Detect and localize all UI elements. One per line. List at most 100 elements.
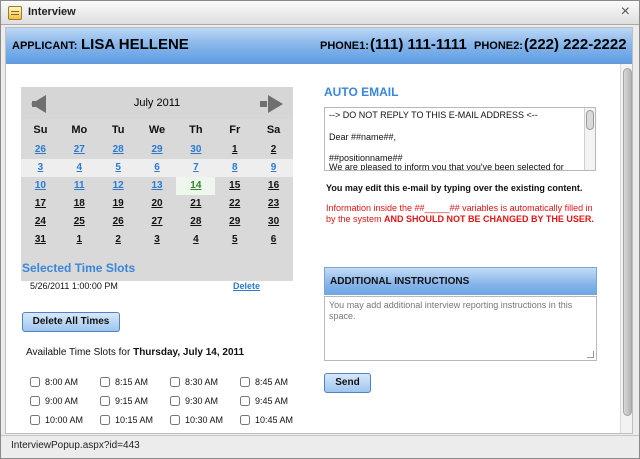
popup-content: APPLICANT: LISA HELLENE PHONE1: (111) 11… — [5, 27, 633, 434]
close-icon[interactable]: × — [621, 3, 630, 21]
time-slot-checkbox[interactable] — [30, 377, 40, 387]
calendar-day[interactable]: 30 — [254, 213, 293, 231]
calendar-day[interactable]: 4 — [60, 159, 99, 177]
calendar-day[interactable]: 11 — [60, 177, 99, 195]
calendar-day[interactable]: 29 — [215, 213, 254, 231]
calendar-day[interactable]: 13 — [138, 177, 177, 195]
email-scrollbar[interactable] — [584, 108, 595, 170]
calendar-day[interactable]: 5 — [215, 231, 254, 249]
time-slot-checkbox[interactable] — [30, 396, 40, 406]
page-scroll-thumb[interactable] — [623, 68, 632, 416]
calendar-day[interactable]: 25 — [60, 213, 99, 231]
calendar-day[interactable]: 26 — [21, 141, 60, 159]
time-slot-checkbox[interactable] — [240, 396, 250, 406]
time-slot-option[interactable]: 8:00 AM — [30, 376, 96, 390]
time-slot-checkbox[interactable] — [170, 377, 180, 387]
calendar-day[interactable]: 6 — [138, 159, 177, 177]
time-slot-option[interactable]: 10:45 AM — [240, 414, 306, 428]
next-month-icon[interactable] — [260, 95, 283, 113]
calendar-day[interactable]: 27 — [60, 141, 99, 159]
calendar-day[interactable]: 3 — [138, 231, 177, 249]
available-prefix: Available Time Slots for — [26, 347, 134, 358]
calendar-day[interactable]: 29 — [138, 141, 177, 159]
calendar-day[interactable]: 5 — [99, 159, 138, 177]
calendar-day[interactable]: 12 — [99, 177, 138, 195]
time-slot-option[interactable]: 9:15 AM — [100, 395, 166, 409]
time-slot-option[interactable]: 8:45 AM — [240, 376, 306, 390]
send-button[interactable]: Send — [324, 373, 371, 393]
resize-grip-icon[interactable] — [587, 351, 594, 358]
page-scrollbar[interactable] — [620, 64, 632, 433]
calendar-day[interactable]: 24 — [21, 213, 60, 231]
calendar-day[interactable]: 21 — [176, 195, 215, 213]
calendar-day[interactable]: 17 — [21, 195, 60, 213]
time-slot-option[interactable]: 10:00 AM — [30, 414, 96, 428]
time-slot-option[interactable]: 8:30 AM — [170, 376, 236, 390]
calendar-day[interactable]: 1 — [60, 231, 99, 249]
applicant-header: APPLICANT: LISA HELLENE PHONE1: (111) 11… — [6, 28, 632, 64]
calendar-day[interactable]: 4 — [176, 231, 215, 249]
time-slot-option[interactable]: 11:30 AM — [170, 433, 236, 434]
time-slot-option[interactable]: 11:45 AM — [240, 433, 306, 434]
time-slot-label: 8:30 AM — [185, 377, 219, 387]
calendar-day[interactable]: 3 — [21, 159, 60, 177]
time-slot-label: 10:00 AM — [45, 415, 84, 425]
calendar-day[interactable]: 8 — [215, 159, 254, 177]
time-slot-option[interactable]: 10:30 AM — [170, 414, 236, 428]
calendar-day[interactable]: 10 — [21, 177, 60, 195]
calendar-day[interactable]: 23 — [254, 195, 293, 213]
calendar-day[interactable]: 28 — [176, 213, 215, 231]
weekday-header-row: Su Mo Tu We Th Fr Sa — [21, 119, 293, 141]
calendar-day[interactable]: 15 — [215, 177, 254, 195]
email-scroll-thumb[interactable] — [586, 110, 594, 130]
time-slot-checkbox[interactable] — [30, 415, 40, 425]
time-slot-option[interactable]: 9:45 AM — [240, 395, 306, 409]
calendar-day[interactable]: 2 — [99, 231, 138, 249]
calendar-day[interactable]: 19 — [99, 195, 138, 213]
time-slot-checkbox[interactable] — [100, 396, 110, 406]
calendar-day[interactable]: 22 — [215, 195, 254, 213]
calendar-day[interactable]: 18 — [60, 195, 99, 213]
time-slot-label: 9:30 AM — [185, 396, 219, 406]
calendar-day[interactable]: 6 — [254, 231, 293, 249]
calendar-day[interactable]: 7 — [176, 159, 215, 177]
calendar-day-selected[interactable]: 14 — [176, 177, 216, 195]
calendar-week-row: 31 1 2 3 4 5 6 — [21, 231, 293, 249]
additional-instructions-header: ADDITIONAL INSTRUCTIONS — [324, 267, 597, 295]
time-slot-option[interactable]: 8:15 AM — [100, 376, 166, 390]
calendar-day[interactable]: 2 — [254, 141, 293, 159]
calendar-day[interactable]: 1 — [215, 141, 254, 159]
calendar-day[interactable]: 30 — [176, 141, 215, 159]
delete-slot-link[interactable]: Delete — [233, 281, 260, 291]
time-slot-option[interactable]: 9:30 AM — [170, 395, 236, 409]
additional-instructions-textarea[interactable]: You may add additional interview reporti… — [324, 296, 597, 361]
time-slot-checkbox[interactable] — [170, 396, 180, 406]
time-slot-checkbox[interactable] — [170, 415, 180, 425]
additional-placeholder: You may add additional interview reporti… — [329, 300, 573, 321]
weekday-label: Su — [33, 124, 48, 136]
time-slot-option[interactable]: 11:15 AM — [100, 433, 166, 434]
phone2-label: PHONE2: — [474, 40, 523, 52]
delete-all-times-button[interactable]: Delete All Times — [22, 312, 120, 332]
calendar-day[interactable]: 31 — [21, 231, 60, 249]
selected-slots-title: Selected Time Slots — [22, 261, 136, 275]
calendar-day[interactable]: 9 — [254, 159, 293, 177]
calendar-day[interactable]: 16 — [254, 177, 293, 195]
time-slot-option[interactable]: 9:00 AM — [30, 395, 96, 409]
weekday-label: Fr — [229, 124, 241, 136]
status-bar: InterviewPopup.aspx?id=443 — [1, 435, 639, 458]
time-slot-option[interactable]: 11:00 AM — [30, 433, 96, 434]
calendar-day[interactable]: 20 — [138, 195, 177, 213]
calendar-day[interactable]: 28 — [99, 141, 138, 159]
interview-window: Interview × APPLICANT: LISA HELLENE PHON… — [0, 0, 640, 459]
auto-email-textarea[interactable]: --> DO NOT REPLY TO THIS E-MAIL ADDRESS … — [324, 107, 596, 171]
time-slot-checkbox[interactable] — [100, 415, 110, 425]
time-slot-checkbox[interactable] — [100, 377, 110, 387]
time-slot-checkbox[interactable] — [240, 377, 250, 387]
time-slot-option[interactable]: 10:15 AM — [100, 414, 166, 428]
time-slot-checkbox[interactable] — [240, 415, 250, 425]
calendar-day[interactable]: 27 — [138, 213, 177, 231]
calendar-day[interactable]: 26 — [99, 213, 138, 231]
time-slot-label: 9:15 AM — [115, 396, 149, 406]
available-slots-heading: Available Time Slots for Thursday, July … — [26, 347, 244, 358]
